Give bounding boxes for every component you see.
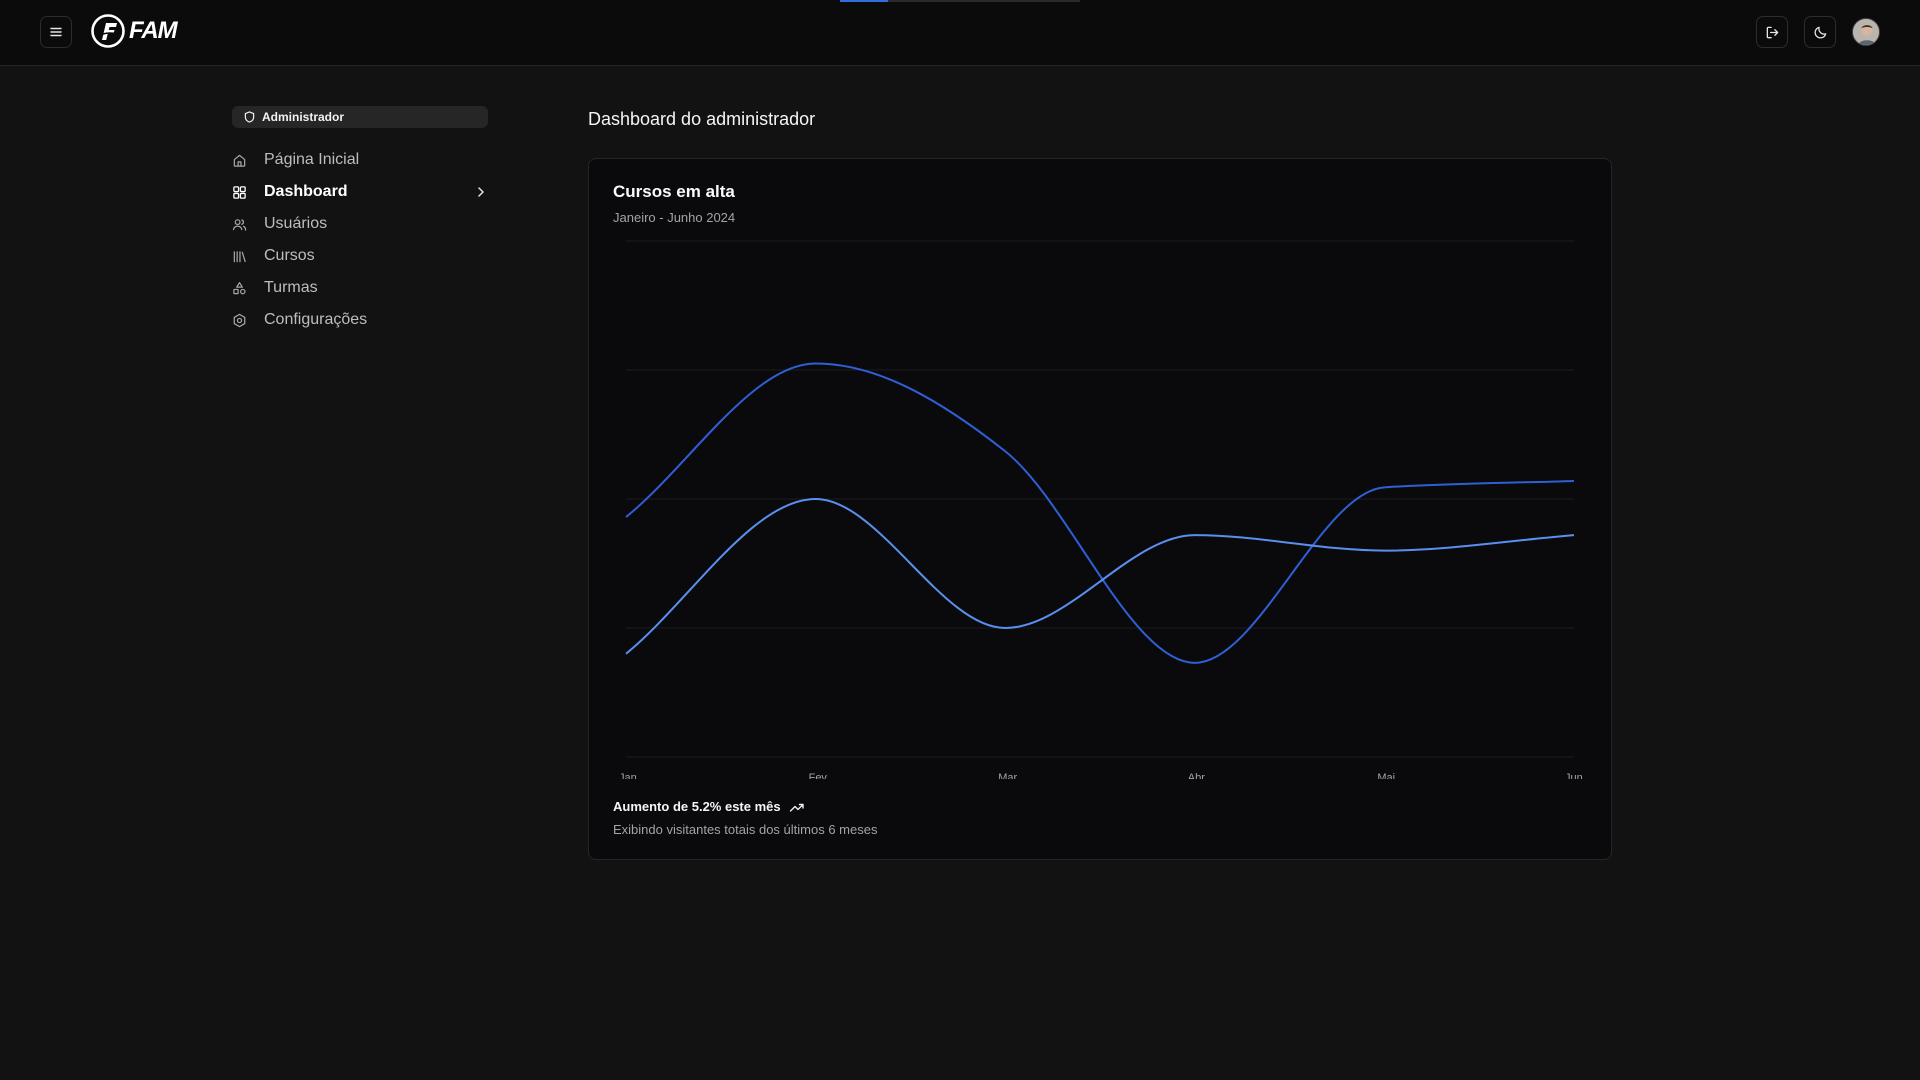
logout-button[interactable] [1756, 16, 1788, 48]
logo[interactable]: FAM [90, 13, 178, 49]
loading-progress-fill [840, 0, 888, 2]
role-badge-label: Administrador [262, 110, 345, 124]
line-chart: Jan Fev Mar Abr Mai Jun [619, 240, 1583, 779]
fam-logo-icon [91, 14, 125, 48]
role-badge: Administrador [232, 106, 488, 128]
library-icon [232, 248, 248, 264]
sidebar: Administrador Página Inicial Dashboard U… [232, 106, 488, 336]
trending-up-icon [789, 803, 804, 812]
shapes-icon [232, 280, 248, 296]
logout-icon [1766, 26, 1778, 38]
page-title: Dashboard do administrador [588, 109, 816, 129]
grid-icon [232, 184, 248, 200]
sidebar-item-label: Configurações [264, 311, 368, 328]
theme-toggle-button[interactable] [1804, 16, 1836, 48]
sidebar-item-label: Dashboard [264, 183, 348, 200]
chevron-right-icon [478, 187, 484, 197]
sidebar-item-cursos[interactable]: Cursos [232, 240, 488, 272]
top-bar: FAM [0, 0, 1920, 66]
sidebar-item-label: Usuários [264, 215, 328, 232]
menu-button[interactable] [40, 16, 72, 48]
sidebar-item-label: Cursos [264, 247, 315, 264]
logo-text: FAM [129, 17, 178, 44]
settings-icon [232, 312, 248, 328]
menu-icon [50, 27, 62, 37]
trend-description: Exibindo visitantes totais dos últimos 6… [613, 822, 878, 837]
sidebar-nav: Página Inicial Dashboard Usuários Cursos [232, 144, 488, 336]
chart-x-tick-label: Jun [1565, 772, 1583, 779]
sidebar-item-label: Página Inicial [264, 151, 360, 168]
chart-series-line-1 [625, 362, 1575, 664]
trend-summary: Aumento de 5.2% este mês [613, 799, 805, 814]
home-icon [232, 152, 248, 168]
sidebar-item-label: Turmas [264, 279, 318, 296]
loading-progress-bar [840, 0, 1080, 2]
chart-x-tick-label: Jan [619, 772, 637, 779]
sidebar-item-configuracoes[interactable]: Configurações [232, 304, 488, 336]
avatar[interactable] [1852, 18, 1880, 46]
chart-card: Cursos em alta Janeiro - Junho 2024 Jan F… [588, 158, 1612, 860]
sidebar-item-turmas[interactable]: Turmas [232, 272, 488, 304]
trend-summary-text: Aumento de 5.2% este mês [613, 799, 781, 814]
users-icon [232, 216, 248, 232]
chart-x-tick-label: Abr [1188, 772, 1205, 779]
sidebar-item-pagina-inicial[interactable]: Página Inicial [232, 144, 488, 176]
chart-x-tick-label: Mai [1377, 772, 1395, 779]
moon-icon [1814, 26, 1826, 38]
chart-x-tick-label: Mar [998, 772, 1017, 779]
chart-x-tick-label: Fev [809, 772, 828, 779]
shield-icon [244, 111, 255, 123]
user-photo-icon [1853, 19, 1879, 45]
sidebar-item-dashboard[interactable]: Dashboard [232, 176, 488, 208]
sidebar-item-usuarios[interactable]: Usuários [232, 208, 488, 240]
